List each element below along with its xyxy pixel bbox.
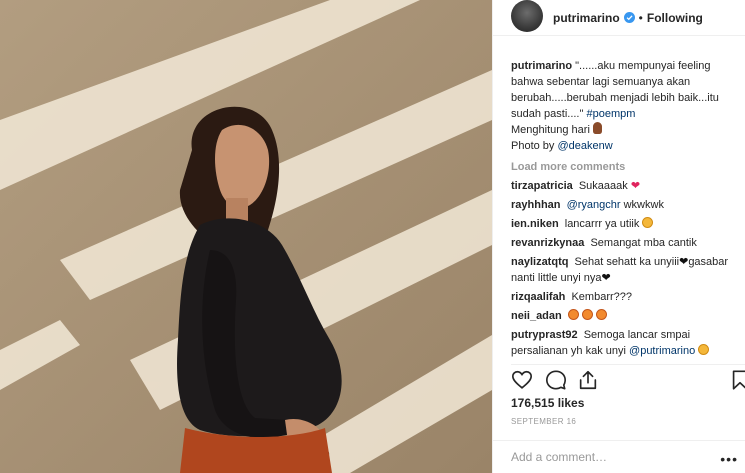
black-heart-icon: ❤ <box>679 256 689 268</box>
post-header: putrimarino • Following <box>493 0 745 36</box>
comment-username[interactable]: neii_adan <box>511 310 562 322</box>
verified-badge-icon <box>623 12 635 23</box>
black-heart-icon: ❤ <box>601 272 611 284</box>
woman-figure <box>177 106 342 473</box>
heart-eyes-emoji-icon <box>581 309 593 320</box>
comment-username[interactable]: rayhhhan <box>511 199 561 211</box>
comment-text: lancarrr ya utiik <box>564 218 640 230</box>
action-bar <box>511 364 745 394</box>
comment-text: Semangat mba cantik <box>590 237 697 249</box>
share-icon[interactable] <box>577 369 599 391</box>
post-caption: putrimarino "......aku mempunyai feeling … <box>511 58 743 154</box>
grin-face-emoji-icon <box>642 217 654 228</box>
likes-count[interactable]: 176,515 likes <box>511 396 584 410</box>
comment-username[interactable]: rizqaalifah <box>511 291 565 303</box>
comment-text: Sehat sehatt ka unyiii <box>574 256 680 268</box>
load-more-comments[interactable]: Load more comments <box>511 160 743 174</box>
red-heart-icon: ❤ <box>630 180 641 192</box>
comment-username[interactable]: revanrizkynaa <box>511 237 584 249</box>
heart-icon[interactable] <box>511 369 533 391</box>
comment: rayhhhan @ryangchr wkwkwk <box>511 197 743 213</box>
comment-username[interactable]: putryprast92 <box>511 329 578 341</box>
header-separator: • <box>638 10 643 25</box>
comment: tirzapatricia Sukaaaak ❤ <box>511 178 743 194</box>
caption-hashtag[interactable]: #poempm <box>586 108 635 120</box>
caption-username[interactable]: putrimarino <box>511 60 572 72</box>
post-date[interactable]: SEPTEMBER 16 <box>511 417 576 426</box>
comment: ien.niken lancarrr ya utiik <box>511 216 743 232</box>
heart-eyes-emoji-icon <box>595 309 607 320</box>
header-username[interactable]: putrimarino <box>553 11 620 25</box>
post-photo[interactable] <box>0 0 492 473</box>
heart-eyes-emoji-icon <box>567 309 579 320</box>
comment-mention[interactable]: @putrimarino <box>629 345 695 357</box>
photo-credit-prefix: Photo by <box>511 140 555 152</box>
comment: rizqaalifah Kembarr??? <box>511 289 743 305</box>
bookmark-icon[interactable] <box>729 369 745 391</box>
comment-mention[interactable]: @ryangchr <box>567 199 621 211</box>
comment-text: wkwkwk <box>623 199 664 211</box>
add-comment-bar: ••• <box>493 440 745 473</box>
comment: neii_adan <box>511 308 743 324</box>
comment-icon[interactable] <box>545 369 567 391</box>
pregnant-woman-emoji-icon <box>592 122 602 134</box>
comment-text: Sukaaaak <box>578 180 628 192</box>
comment-username[interactable]: naylizatqtq <box>511 256 568 268</box>
following-button[interactable]: Following <box>647 11 703 25</box>
hug-face-emoji-icon <box>698 344 710 355</box>
caption-line2: Menghitung hari <box>511 124 590 136</box>
more-options-icon[interactable]: ••• <box>720 451 738 467</box>
comment: putryprast92 Semoga lancar smpai persali… <box>511 327 743 359</box>
comment-username[interactable]: tirzapatricia <box>511 180 573 192</box>
avatar[interactable] <box>511 0 543 32</box>
comment-username[interactable]: ien.niken <box>511 218 559 230</box>
post-side-panel: putrimarino • Following putrimarino "....… <box>492 0 745 473</box>
comments-list: putrimarino "......aku mempunyai feeling … <box>511 58 743 362</box>
photo-credit-link[interactable]: @deakenw <box>557 140 612 152</box>
comment: naylizatqtq Sehat sehatt ka unyiii❤gasab… <box>511 254 743 286</box>
add-comment-input[interactable] <box>511 450 701 464</box>
comment-text: Kembarr??? <box>571 291 633 303</box>
comment: revanrizkynaa Semangat mba cantik <box>511 235 743 251</box>
